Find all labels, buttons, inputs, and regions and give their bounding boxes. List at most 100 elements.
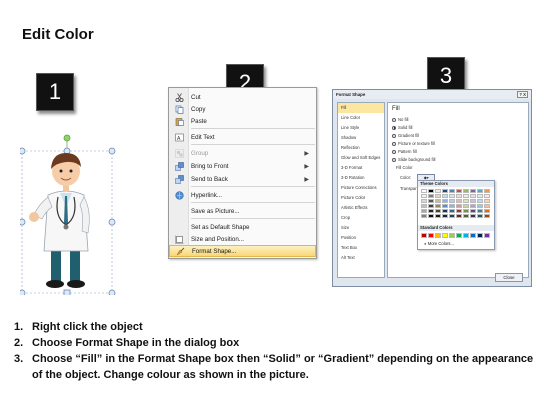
- theme-color-swatch[interactable]: [463, 193, 469, 199]
- radio-button[interactable]: [392, 117, 396, 122]
- theme-color-swatch[interactable]: [435, 208, 441, 214]
- theme-color-swatch[interactable]: [442, 189, 448, 194]
- theme-color-swatch[interactable]: [470, 213, 476, 219]
- radio-button[interactable]: [392, 149, 396, 154]
- theme-color-swatch[interactable]: [442, 198, 448, 204]
- theme-color-swatch[interactable]: [449, 203, 455, 209]
- menu-item-paste[interactable]: Paste: [169, 115, 316, 127]
- theme-color-swatch[interactable]: [449, 193, 455, 199]
- menu-item-bring-to-front[interactable]: Bring to Front ▶: [169, 160, 316, 172]
- theme-color-swatch[interactable]: [477, 198, 483, 204]
- theme-color-swatch[interactable]: [435, 203, 441, 209]
- theme-color-swatch[interactable]: [449, 213, 455, 219]
- standard-color-swatch[interactable]: [428, 233, 434, 238]
- theme-color-swatch[interactable]: [477, 193, 483, 199]
- standard-color-swatch[interactable]: [449, 233, 455, 238]
- theme-color-swatch[interactable]: [442, 208, 448, 214]
- theme-color-swatch[interactable]: [449, 208, 455, 214]
- theme-color-swatch[interactable]: [477, 189, 483, 194]
- category-3d-format[interactable]: 3-D Format: [338, 163, 384, 173]
- theme-color-swatch[interactable]: [463, 189, 469, 194]
- option-no-fill[interactable]: No fill: [392, 116, 408, 123]
- menu-item-hyperlink[interactable]: Hyperlink...: [169, 189, 316, 201]
- category-size[interactable]: Size: [338, 223, 384, 233]
- theme-color-swatch[interactable]: [435, 189, 441, 194]
- option-solid-fill[interactable]: Solid fill: [392, 124, 412, 131]
- theme-color-swatch[interactable]: [428, 198, 434, 204]
- category-artistic-effects[interactable]: Artistic Effects: [338, 203, 384, 213]
- option-gradient-fill[interactable]: Gradient fill: [392, 132, 419, 139]
- radio-button[interactable]: [392, 133, 396, 138]
- category-position[interactable]: Position: [338, 233, 384, 243]
- theme-color-swatch[interactable]: [428, 203, 434, 209]
- more-colors-link[interactable]: ● More Colors...: [424, 241, 454, 246]
- theme-color-swatch[interactable]: [449, 198, 455, 204]
- theme-color-swatch[interactable]: [477, 213, 483, 219]
- menu-item-save-as-picture[interactable]: Save as Picture...: [169, 205, 316, 217]
- theme-color-swatch[interactable]: [442, 193, 448, 199]
- standard-color-swatch[interactable]: [442, 233, 448, 238]
- theme-color-swatch[interactable]: [470, 189, 476, 194]
- theme-color-swatch[interactable]: [484, 189, 490, 194]
- menu-item-send-to-back[interactable]: Send to Back ▶: [169, 173, 316, 185]
- category-alt-text[interactable]: Alt Text: [338, 253, 384, 263]
- theme-color-swatch[interactable]: [463, 203, 469, 209]
- category-line-style[interactable]: Line Style: [338, 123, 384, 133]
- doctor-figure[interactable]: [20, 133, 116, 295]
- category-picture-corrections[interactable]: Picture Corrections: [338, 183, 384, 193]
- theme-color-swatch[interactable]: [463, 198, 469, 204]
- theme-color-swatch[interactable]: [428, 189, 434, 194]
- menu-item-set-default-shape[interactable]: Set as Default Shape: [169, 221, 316, 233]
- category-picture-color[interactable]: Picture Color: [338, 193, 384, 203]
- theme-color-swatch[interactable]: [463, 208, 469, 214]
- category-fill[interactable]: Fill: [338, 103, 384, 113]
- standard-color-swatch[interactable]: [477, 233, 483, 238]
- theme-color-swatch[interactable]: [442, 203, 448, 209]
- theme-color-swatch[interactable]: [456, 203, 462, 209]
- menu-item-copy[interactable]: Copy: [169, 103, 316, 115]
- category-3d-rotation[interactable]: 3-D Rotation: [338, 173, 384, 183]
- theme-color-swatch[interactable]: [421, 193, 427, 199]
- theme-color-swatch[interactable]: [470, 193, 476, 199]
- theme-color-swatch[interactable]: [421, 198, 427, 204]
- theme-color-swatch[interactable]: [470, 208, 476, 214]
- radio-button[interactable]: [392, 157, 396, 162]
- standard-color-swatch[interactable]: [463, 233, 469, 238]
- theme-color-swatch[interactable]: [456, 208, 462, 214]
- menu-item-group[interactable]: Group ▶: [169, 147, 316, 159]
- theme-color-swatch[interactable]: [484, 198, 490, 204]
- theme-color-swatch[interactable]: [428, 193, 434, 199]
- theme-color-swatch[interactable]: [484, 193, 490, 199]
- theme-color-swatch[interactable]: [477, 203, 483, 209]
- category-glow[interactable]: Glow and Soft Edges: [338, 153, 384, 163]
- menu-item-size-position[interactable]: Size and Position...: [169, 233, 316, 245]
- standard-color-swatch[interactable]: [421, 233, 427, 238]
- theme-color-swatch[interactable]: [456, 213, 462, 219]
- theme-color-swatch[interactable]: [435, 198, 441, 204]
- option-picture-fill[interactable]: Picture or texture fill: [392, 140, 435, 147]
- standard-color-swatch[interactable]: [456, 233, 462, 238]
- menu-item-cut[interactable]: Cut: [169, 91, 316, 103]
- standard-color-swatch[interactable]: [484, 233, 490, 238]
- theme-color-swatch[interactable]: [421, 213, 427, 219]
- category-line-color[interactable]: Line Color: [338, 113, 384, 123]
- radio-button-selected[interactable]: [392, 125, 396, 130]
- standard-color-swatch[interactable]: [435, 233, 441, 238]
- category-crop[interactable]: Crop: [338, 213, 384, 223]
- theme-color-swatch[interactable]: [421, 203, 427, 209]
- dialog-help-close-buttons[interactable]: ? X: [517, 91, 528, 98]
- theme-color-swatch[interactable]: [484, 203, 490, 209]
- theme-color-swatch[interactable]: [428, 213, 434, 219]
- standard-color-swatch[interactable]: [470, 233, 476, 238]
- menu-item-format-shape[interactable]: Format Shape...: [169, 245, 316, 257]
- theme-color-swatch[interactable]: [456, 189, 462, 194]
- theme-color-swatch[interactable]: [456, 198, 462, 204]
- category-reflection[interactable]: Reflection: [338, 143, 384, 153]
- theme-color-swatch[interactable]: [484, 213, 490, 219]
- theme-color-swatch[interactable]: [456, 193, 462, 199]
- theme-color-swatch[interactable]: [435, 193, 441, 199]
- theme-color-swatch[interactable]: [470, 203, 476, 209]
- theme-color-swatch[interactable]: [435, 213, 441, 219]
- theme-color-swatch[interactable]: [428, 208, 434, 214]
- theme-color-swatch[interactable]: [421, 208, 427, 214]
